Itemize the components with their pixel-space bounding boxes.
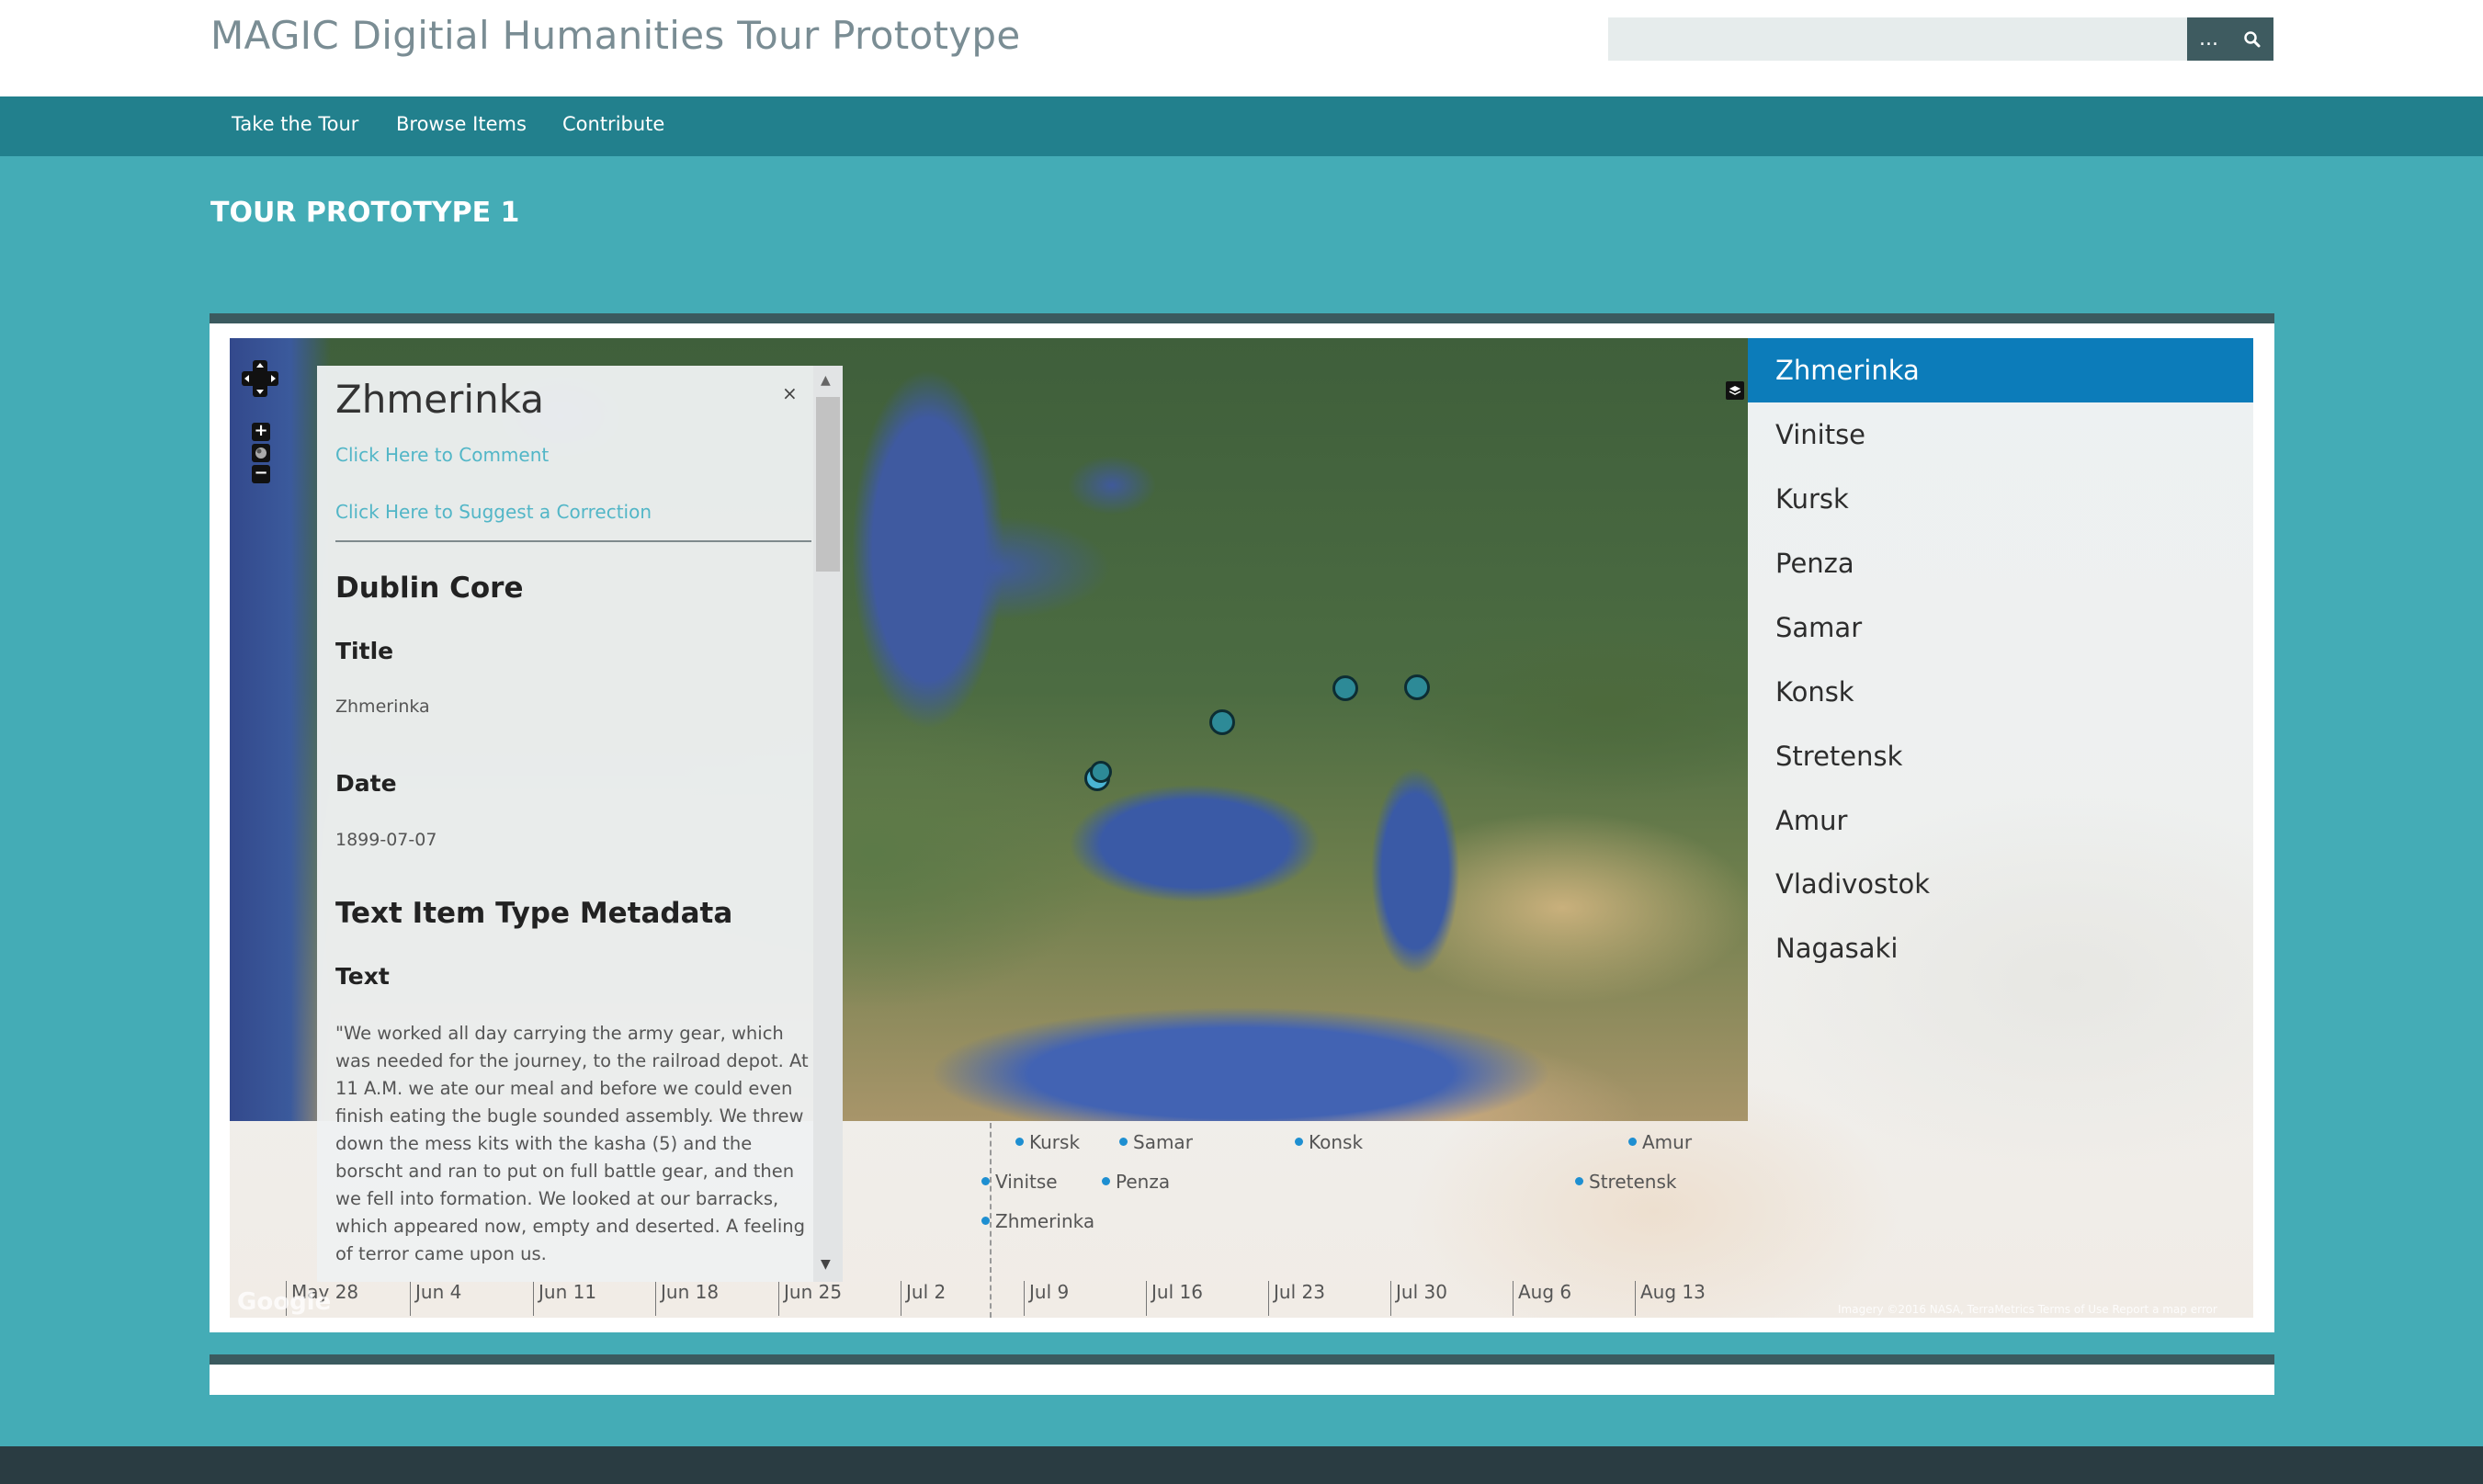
search-button[interactable] (2230, 17, 2273, 61)
stop-item-vinitse[interactable]: Vinitse (1748, 402, 2253, 467)
stop-item-konsk[interactable]: Konsk (1748, 660, 2253, 724)
timeline-event-label: Stretensk (1589, 1171, 1677, 1193)
timeline-tick: Jun 18 (655, 1281, 719, 1316)
secondary-panel-bar (210, 1354, 2274, 1365)
tour-panel-top-bar (210, 313, 2274, 323)
timeline-event-label: Penza (1116, 1171, 1171, 1193)
timeline-tick: Jun 25 (778, 1281, 842, 1316)
timeline-event-amur[interactable]: Amur (1628, 1131, 1692, 1153)
timeline-tick: Jul 2 (901, 1281, 946, 1316)
timeline-tick: Jul 23 (1268, 1281, 1325, 1316)
stop-item-zhmerinka[interactable]: Zhmerinka (1748, 338, 2253, 402)
zoom-in-button[interactable]: + (252, 423, 270, 441)
timeline-event-label: Konsk (1309, 1131, 1364, 1153)
timeline-event-label: Samar (1133, 1131, 1193, 1153)
scrollbar-thumb[interactable] (816, 397, 840, 572)
layers-icon[interactable] (1726, 381, 1744, 400)
secondary-panel (210, 1365, 2274, 1395)
zoom-out-button[interactable]: − (252, 465, 270, 483)
layers-glyph-icon (1729, 386, 1741, 395)
timeline-event-label: Kursk (1029, 1131, 1081, 1153)
search-icon (2243, 30, 2260, 47)
item-info-popup: Zhmerinka × Click Here to Comment Click … (317, 366, 843, 1282)
search-input[interactable] (1608, 17, 2187, 61)
stop-item-vladivostok[interactable]: Vladivostok (1748, 852, 2253, 916)
suggest-correction-link[interactable]: Click Here to Suggest a Correction (335, 501, 652, 523)
stop-item-stretensk[interactable]: Stretensk (1748, 724, 2253, 788)
field-value-text: "We worked all day carrying the army gea… (335, 1023, 809, 1264)
stop-item-nagasaki[interactable]: Nagasaki (1748, 916, 2253, 980)
field-value-title: Zhmerinka (335, 697, 430, 717)
timeline-event-label: Amur (1642, 1131, 1693, 1153)
stop-item-penza[interactable]: Penza (1748, 531, 2253, 595)
site-title[interactable]: MAGIC Digitial Humanities Tour Prototype (210, 13, 1021, 58)
site-header: MAGIC Digitial Humanities Tour Prototype… (0, 0, 2483, 96)
pan-control-icon[interactable] (240, 358, 280, 399)
stop-item-samar[interactable]: Samar (1748, 595, 2253, 660)
search-options-button[interactable]: ... (2187, 17, 2230, 61)
timeline-event-vinitse[interactable]: Vinitse (981, 1171, 1058, 1193)
timeline-tick: Aug 13 (1635, 1281, 1706, 1316)
timeline-event-label: Zhmerinka (995, 1210, 1095, 1232)
timeline-tick: Jun 4 (410, 1281, 461, 1316)
google-logo: Google (237, 1288, 332, 1316)
scroll-up-arrow-icon[interactable]: ▲ (821, 373, 831, 388)
nav-browse-items[interactable]: Browse Items (396, 113, 527, 135)
site-footer (0, 1446, 2483, 1484)
nav-take-the-tour[interactable]: Take the Tour (232, 113, 358, 135)
map-marker-vinitse[interactable] (1090, 761, 1112, 783)
map-marker-kursk[interactable] (1209, 709, 1235, 735)
field-label-text: Text (335, 963, 390, 990)
timeline-tick: Jul 30 (1390, 1281, 1447, 1316)
field-label-title: Title (335, 638, 394, 664)
timeline-event-penza[interactable]: Penza (1102, 1171, 1170, 1193)
field-value-date: 1899-07-07 (335, 830, 437, 850)
timeline-tick: Aug 6 (1513, 1281, 1571, 1316)
map-marker-samar[interactable] (1404, 674, 1430, 700)
close-button[interactable]: × (782, 382, 798, 404)
timeline-event-stretensk[interactable]: Stretensk (1575, 1171, 1676, 1193)
ocean-area (230, 338, 331, 1121)
timeline-event-samar[interactable]: Samar (1119, 1131, 1193, 1153)
timeline-event-konsk[interactable]: Konsk (1295, 1131, 1363, 1153)
map-marker-penza[interactable] (1332, 675, 1358, 701)
stop-item-amur[interactable]: Amur (1748, 788, 2253, 853)
page-title: TOUR PROTOTYPE 1 (210, 197, 520, 229)
comment-link[interactable]: Click Here to Comment (335, 444, 549, 466)
timeline-event-kursk[interactable]: Kursk (1015, 1131, 1080, 1153)
globe-icon[interactable] (252, 444, 270, 462)
stop-item-kursk[interactable]: Kursk (1748, 467, 2253, 531)
popup-title: Zhmerinka (335, 377, 545, 422)
nav-contribute[interactable]: Contribute (562, 113, 664, 135)
timeline-event-zhmerinka[interactable]: Zhmerinka (981, 1210, 1094, 1232)
map-attribution[interactable]: Imagery ©2016 NASA, TerraMetrics Terms o… (1838, 1303, 2217, 1316)
field-label-date: Date (335, 770, 397, 797)
timeline-tick: Jul 16 (1146, 1281, 1203, 1316)
timeline-tick: Jul 9 (1024, 1281, 1069, 1316)
timeline-event-label: Vinitse (995, 1171, 1058, 1193)
scroll-down-arrow-icon[interactable]: ▼ (821, 1257, 831, 1272)
divider (335, 540, 811, 542)
timeline-tick: Jun 11 (533, 1281, 596, 1316)
main-nav: Take the Tour Browse Items Contribute (0, 96, 2483, 156)
section-heading-item-type: Text Item Type Metadata (335, 897, 733, 930)
section-heading-dublin-core: Dublin Core (335, 572, 524, 605)
